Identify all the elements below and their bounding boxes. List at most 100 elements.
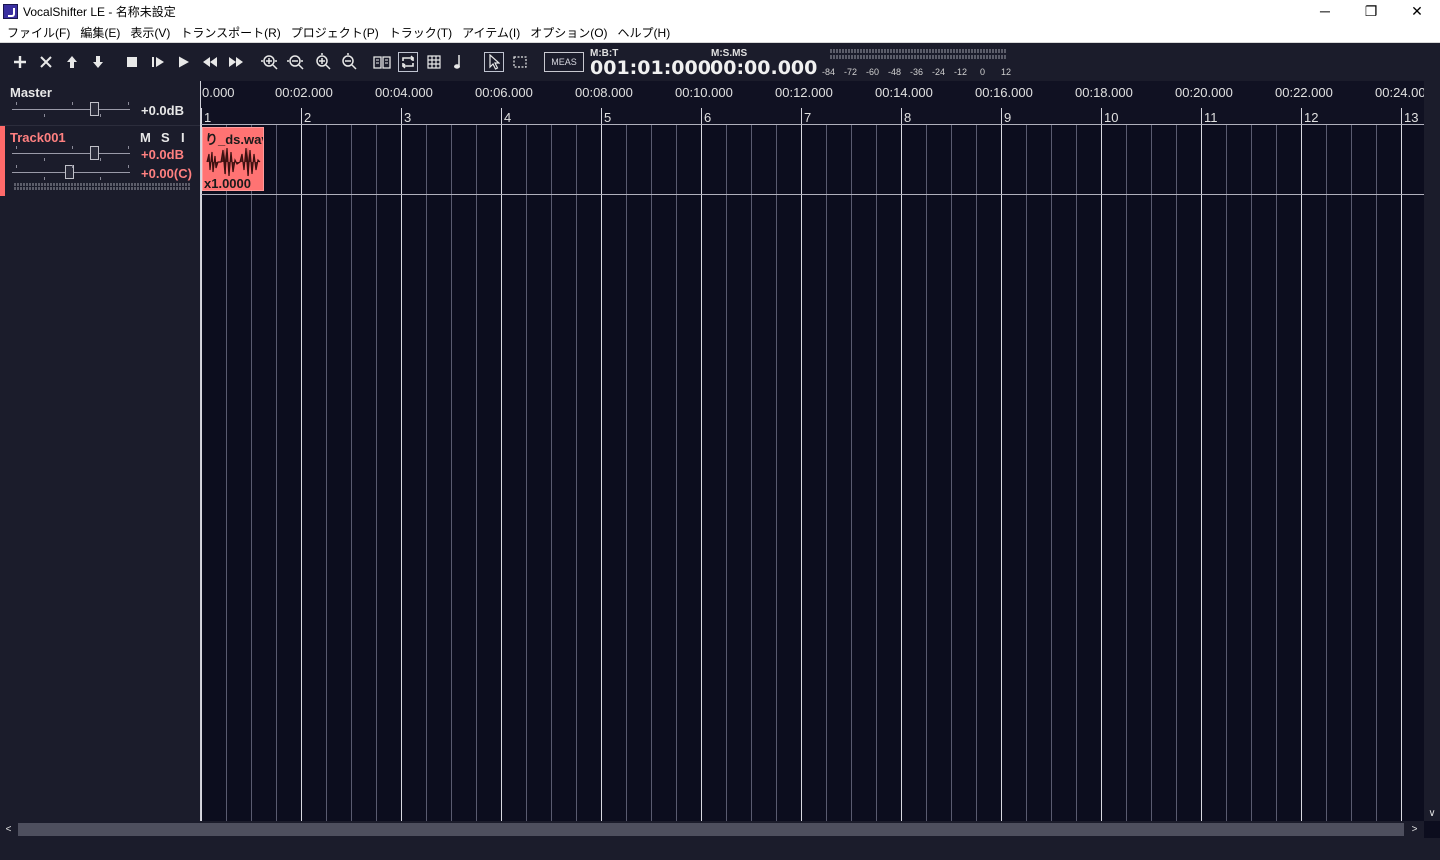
scroll-down-button[interactable]: ∨ (1424, 805, 1440, 821)
arrangement-view[interactable]: 0.000 00:02.000 00:04.000 00:06.000 00:08.00… (200, 81, 1424, 821)
menu-help[interactable]: ヘルプ(H) (613, 24, 676, 41)
zoom-out-horizontal-button[interactable] (285, 52, 305, 72)
track-meter-segment (80, 187, 82, 190)
move-track-up-button[interactable] (62, 52, 82, 72)
meter-segment (839, 55, 841, 59)
fast-forward-button[interactable] (226, 52, 246, 72)
close-button[interactable]: ✕ (1394, 0, 1440, 22)
delete-track-button[interactable] (36, 52, 56, 72)
timeline-ruler[interactable]: 0.000 00:02.000 00:04.000 00:06.000 00:08.00… (201, 81, 1424, 125)
zoom-out-vertical-button[interactable] (338, 52, 358, 72)
track-meter-segment (125, 187, 127, 190)
clip-name: り_ds.wav (205, 132, 264, 147)
ruler-bar-tick (901, 108, 902, 124)
meter-segment (962, 49, 964, 53)
move-track-down-button[interactable] (88, 52, 108, 72)
ruler-time-label: 00:16.000 (975, 85, 1033, 100)
meter-segment (941, 49, 943, 53)
meter-segment (902, 55, 904, 59)
clip-playback-rate: x1.0000 (204, 176, 251, 191)
track-meter-segment (35, 183, 37, 186)
play-from-start-button[interactable] (148, 52, 168, 72)
track-input-button[interactable]: I (181, 130, 185, 145)
meter-segment (857, 55, 859, 59)
slider-tick (44, 114, 45, 117)
maximize-button[interactable]: ❐ (1348, 0, 1394, 22)
meter-segment (884, 55, 886, 59)
menu-transport[interactable]: トランスポート(R) (175, 24, 285, 41)
menu-edit[interactable]: 編集(E) (75, 24, 125, 41)
track-meter-segment (188, 183, 190, 186)
track-meter-segment (149, 187, 151, 190)
track-name[interactable]: Track001 (10, 130, 66, 145)
track-meter-segment (116, 183, 118, 186)
meter-segment (950, 49, 952, 53)
ruler-time-label: 00:22.000 (1275, 85, 1333, 100)
horizontal-scroll-thumb[interactable] (18, 823, 1404, 836)
track-meter-segment (59, 187, 61, 190)
menu-options[interactable]: オプション(O) (525, 24, 612, 41)
grid-snap-button[interactable] (424, 52, 444, 72)
track-meter-segment (170, 187, 172, 190)
ruler-bar-number: 10 (1104, 110, 1119, 125)
track-meter-segment (143, 183, 145, 186)
scroll-left-button[interactable]: < (0, 821, 17, 838)
track-header[interactable]: Track001 M S I +0.0dB +0.00(C) (0, 125, 200, 196)
meter-segment (836, 49, 838, 53)
select-tool-button[interactable] (484, 52, 504, 72)
ruler-bar-number: 4 (504, 110, 512, 125)
vertical-scrollbar[interactable] (1424, 81, 1440, 821)
meter-segment (863, 55, 865, 59)
meas-button[interactable]: MEAS (544, 52, 584, 72)
marquee-select-icon (513, 56, 527, 68)
track-meter-segment (185, 183, 187, 186)
track-meter-segment (140, 183, 142, 186)
meter-segment (854, 49, 856, 53)
rewind-button[interactable] (200, 52, 220, 72)
scroll-right-button[interactable]: > (1406, 821, 1423, 838)
track-solo-button[interactable]: S (161, 130, 170, 145)
play-button[interactable] (174, 52, 194, 72)
track-volume-slider-track[interactable] (12, 153, 130, 154)
menu-item[interactable]: アイテム(I) (457, 24, 525, 41)
view-mode-button[interactable] (372, 52, 392, 72)
track-meter-segment (56, 183, 58, 186)
track-volume-slider-thumb[interactable] (90, 146, 99, 160)
track-meter-segment (152, 183, 154, 186)
meter-segment (890, 49, 892, 53)
meter-segment (953, 55, 955, 59)
menu-project[interactable]: プロジェクト(P) (286, 24, 384, 41)
ruler-time-label: 0.000 (202, 85, 235, 100)
meter-segment (989, 55, 991, 59)
track-mute-button[interactable]: M (140, 130, 151, 145)
track-meter-segment (89, 183, 91, 186)
master-volume-slider-track[interactable] (12, 109, 130, 110)
range-select-tool-button[interactable] (510, 52, 530, 72)
audio-clip[interactable]: り_ds.wav x1.0000 (202, 127, 264, 191)
track-meter-segment (164, 187, 166, 190)
track-meter-segment (155, 183, 157, 186)
zoom-in-vertical-button[interactable] (312, 52, 332, 72)
track-meter-segment (44, 187, 46, 190)
track-meter-segment (158, 187, 160, 190)
loop-button[interactable] (398, 52, 418, 72)
slider-tick (128, 165, 129, 168)
menu-file[interactable]: ファイル(F) (2, 24, 75, 41)
meter-segment (992, 55, 994, 59)
master-volume-slider-thumb[interactable] (90, 102, 99, 116)
track-meter-segment (143, 187, 145, 190)
meter-segment (878, 49, 880, 53)
menu-view[interactable]: 表示(V) (125, 24, 175, 41)
track-meter-segment (17, 187, 19, 190)
meter-segment (968, 49, 970, 53)
zoom-in-horizontal-button[interactable] (259, 52, 279, 72)
track-meter-segment (131, 183, 133, 186)
track-meter-segment (32, 183, 34, 186)
track-meter-segment (38, 187, 40, 190)
stop-button[interactable] (122, 52, 142, 72)
metronome-button[interactable] (448, 52, 468, 72)
menu-track[interactable]: トラック(T) (384, 24, 457, 41)
meter-segment (896, 55, 898, 59)
minimize-button[interactable]: ─ (1302, 0, 1348, 22)
add-track-button[interactable] (10, 52, 30, 72)
